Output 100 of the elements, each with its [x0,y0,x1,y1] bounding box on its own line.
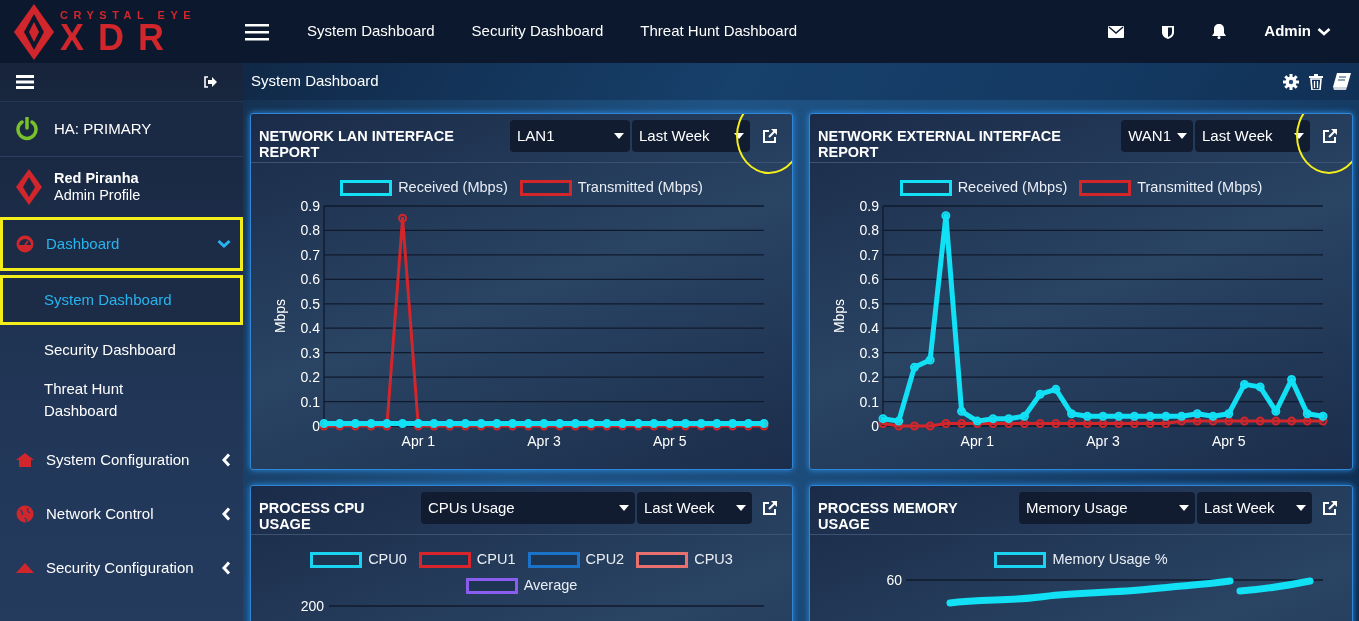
sidebar-item[interactable]: System Configuration [0,433,243,487]
period-dropdown[interactable]: Last Week [637,492,752,524]
data-point [1255,416,1265,426]
data-point [878,418,888,428]
page-title: System Dashboard [251,71,379,92]
mail-icon[interactable] [1108,25,1125,38]
y-tick-label: 60 [886,571,902,588]
brand-name: CRYSTAL EYE [60,8,197,21]
y-tick-label: 200 [300,597,324,614]
data-point [1129,411,1139,421]
caret-icon [1179,505,1189,511]
x-tick-label: Apr 5 [1212,432,1246,449]
x-tick-label: Apr 5 [653,432,687,449]
y-tick-label: 0.2 [300,368,320,385]
data-point [1114,418,1124,428]
data-point [941,211,951,221]
external-link-icon [1321,128,1337,144]
y-tick-label: 0.7 [859,246,879,263]
legend-label: Transmitted (Mbps) [577,178,703,197]
data-point [1239,416,1249,426]
sidebar-item[interactable]: Dashboard [0,217,243,271]
period-dropdown[interactable]: Last Week [1197,492,1312,524]
source-dropdown[interactable]: WAN1 [1121,120,1193,152]
legend-label: CPU1 [476,550,516,569]
data-point [1318,416,1328,426]
data-point [941,418,951,428]
panel-title: PROCESS CPU USAGE [259,499,366,532]
sidebar-subitem[interactable]: Security Dashboard [0,325,243,375]
period-dropdown[interactable]: Last Week [632,120,750,152]
external-link-icon [761,500,777,516]
power-icon [16,117,38,141]
caret-icon [1177,133,1187,139]
menu-icon[interactable] [16,75,34,89]
nav-link[interactable]: Security Dashboard [471,20,604,43]
data-point [1145,418,1155,428]
nav-link[interactable]: System Dashboard [307,20,435,43]
data-point [894,421,904,431]
sidebar-item[interactable]: Security Configuration [0,541,243,595]
nav-link[interactable]: Threat Hunt Dashboard [640,20,798,43]
y-tick-label: 0.7 [300,246,320,263]
data-point [1067,409,1077,419]
data-point [1098,411,1108,421]
caret-icon [736,505,746,511]
sidebar-subitem[interactable]: Threat Hunt Dashboard [0,375,243,425]
data-point [1145,411,1155,421]
profile-logo-icon [16,169,42,205]
caret-icon [614,133,624,139]
y-tick-label: 0.6 [300,271,320,288]
data-point [1255,382,1265,392]
data-point [1287,416,1297,426]
source-dropdown[interactable]: CPUs Usage [421,492,635,524]
y-axis-title: Mbps [831,298,847,333]
menu-icon[interactable] [245,22,269,41]
legend-label: CPU2 [585,550,625,569]
x-tick-label: Apr 3 [1086,432,1120,449]
data-point [1224,416,1234,426]
legend-label: Average [523,575,578,595]
sidebar-subitem[interactable]: System Dashboard [0,275,243,325]
data-point [909,362,919,372]
y-tick-label: 0 [871,417,879,434]
data-point [1271,406,1281,416]
external-link-icon [761,128,777,144]
legend-label: Received (Mbps) [398,178,508,197]
caret-icon [734,133,744,139]
data-point [925,421,935,431]
caret-icon [1294,133,1304,139]
legend-label: Transmitted (Mbps) [1137,178,1263,197]
data-point [1035,389,1045,399]
globe-icon [16,505,34,523]
caret-icon [619,505,629,511]
data-point [1302,409,1312,419]
gauge-icon [16,235,34,253]
y-tick-label: 0 [312,417,320,434]
book-icon[interactable] [1333,73,1351,90]
sign-out-icon[interactable] [203,76,217,88]
period-dropdown[interactable]: Last Week [1195,120,1310,152]
y-tick-label: 0.8 [859,222,879,239]
data-point [988,413,998,423]
panel-title: PROCESS MEMORY USAGE [818,499,958,532]
y-tick-label: 0.1 [300,393,320,410]
source-dropdown[interactable]: LAN1 [510,120,630,152]
data-point [1192,416,1202,426]
data-point [1161,411,1171,421]
delete-icon[interactable] [1309,73,1323,90]
x-tick-label: Apr 1 [960,432,994,449]
user-menu[interactable]: Admin [1264,20,1331,43]
data-point [1019,418,1029,428]
legend-label: CPU0 [368,550,407,569]
settings-icon[interactable] [1283,73,1299,90]
data-point [1035,418,1045,428]
data-point [398,418,408,428]
bell-icon[interactable] [1212,24,1227,39]
y-tick-label: 0.5 [300,295,320,312]
data-point [988,418,998,428]
data-point [1051,418,1061,428]
sidebar-item[interactable]: Network Control [0,487,243,541]
source-dropdown[interactable]: Memory Usage [1019,492,1195,524]
chevron-down-icon [1317,26,1331,37]
shield-icon[interactable] [1162,24,1175,39]
chevron-down-icon [217,239,231,249]
